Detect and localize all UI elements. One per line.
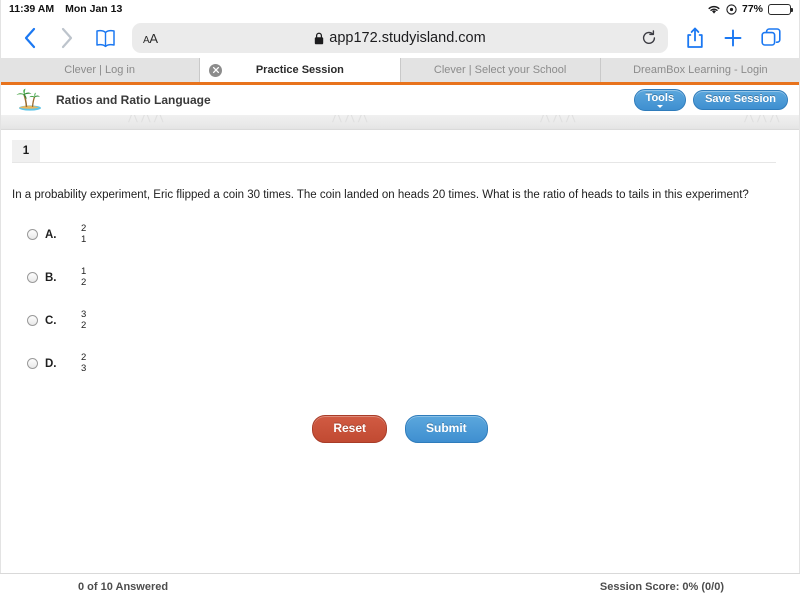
reset-button[interactable]: Reset [312,415,387,444]
choice-fraction-d: 2 3 [81,353,86,374]
tabs-overview-button[interactable] [754,21,788,55]
location-icon [726,3,737,15]
header-accent-band: ⋀⋀⋀ ⋀⋀⋀ ⋀⋀⋀ ⋀⋀⋀ [0,115,800,130]
address-bar[interactable]: AA app172.studyisland.com [132,23,668,53]
choice-fraction-b: 1 2 [81,267,86,288]
choice-letter: C. [45,314,57,327]
book-icon [95,29,116,48]
answer-choices: A. 2 1 B. 1 2 C. 3 2 D. 2 3 [0,203,800,385]
status-bar-date: Mon Jan 13 [65,3,123,15]
share-icon [686,27,704,49]
choice-letter: B. [45,271,57,284]
browser-tab-clever-login[interactable]: Clever | Log in [0,58,201,82]
status-bar-time: 11:39 AM [9,3,55,15]
tabs-icon [761,28,781,48]
ios-status-bar: 11:39 AM Mon Jan 13 77% [0,0,800,18]
left-edge-divider [0,0,1,573]
answer-choice-a[interactable]: A. 2 1 [27,213,800,256]
status-bar-left: 11:39 AM Mon Jan 13 [9,3,122,15]
back-button[interactable] [12,21,46,55]
answer-choice-c[interactable]: C. 3 2 [27,299,800,342]
page-title: Ratios and Ratio Language [56,93,211,107]
url-text: app172.studyisland.com [329,30,486,46]
chevron-left-icon [23,27,36,49]
plus-icon [723,28,743,48]
status-bar-right: 77% [707,3,793,15]
save-session-button-label: Save Session [705,92,776,105]
fraction-denominator: 3 [81,362,87,374]
reload-icon [641,30,657,46]
radio-button-d[interactable] [27,358,38,370]
choice-fraction-a: 2 1 [81,224,86,245]
wifi-icon [707,4,721,15]
tools-button-label: Tools [645,91,675,104]
new-tab-button[interactable] [716,21,750,55]
practice-question-panel: 1 In a probability experiment, Eric flip… [0,130,800,548]
submit-button[interactable]: Submit [405,415,488,444]
close-circle-icon[interactable] [209,63,223,77]
question-number: 1 [12,140,40,162]
fraction-denominator: 2 [81,276,87,288]
choice-fraction-c: 3 2 [81,310,86,331]
browser-tab-dreambox-login[interactable]: DreamBox Learning - Login [600,58,800,82]
text-size-button[interactable]: AA [143,31,158,46]
question-number-row: 1 [0,130,800,162]
share-button[interactable] [678,21,712,55]
address-bar-center: app172.studyisland.com [132,30,668,46]
study-island-header: Ratios and Ratio Language Tools Save Ses… [0,85,800,115]
header-actions: Tools Save Session [633,88,788,112]
ipad-safari-screen: 11:39 AM Mon Jan 13 77% AA app172.studyi… [0,0,800,600]
tab-label: DreamBox Learning - Login [633,64,768,76]
safari-tab-strip: Clever | Log in Practice Session Clever … [0,58,800,85]
browser-tab-clever-select-school[interactable]: Clever | Select your School [400,58,601,82]
caret-down-icon [656,105,663,109]
tab-label: Clever | Log in [64,64,135,76]
palm-island-logo-icon [12,87,46,113]
answer-choice-b[interactable]: B. 1 2 [27,256,800,299]
lock-icon [314,32,324,45]
tools-button[interactable]: Tools [633,88,687,112]
save-session-button[interactable]: Save Session [693,89,788,111]
forward-button[interactable] [50,21,84,55]
reload-button[interactable] [641,30,657,46]
radio-button-b[interactable] [27,272,38,284]
chevron-right-icon [61,27,74,49]
answer-choice-d[interactable]: D. 2 3 [27,342,800,385]
choice-letter: D. [45,357,57,370]
question-actions: Reset Submit [0,415,800,444]
bookmarks-button[interactable] [88,21,122,55]
battery-icon [768,3,793,15]
session-score: Session Score: 0% (0/0) [599,581,724,593]
choice-letter: A. [45,228,57,241]
answered-count: 0 of 10 Answered [78,581,169,593]
session-status-bar: 0 of 10 Answered Session Score: 0% (0/0) [0,573,800,600]
tab-label: Clever | Select your School [433,64,567,76]
fraction-denominator: 1 [81,233,87,245]
battery-percent-label: 77% [741,3,763,15]
radio-button-a[interactable] [27,229,38,241]
radio-button-c[interactable] [27,315,38,327]
fraction-denominator: 2 [81,319,87,331]
safari-toolbar: AA app172.studyisland.com [0,18,800,58]
tab-label: Practice Session [255,64,344,76]
browser-tab-practice-session[interactable]: Practice Session [200,58,401,82]
question-text: In a probability experiment, Eric flippe… [12,189,749,201]
